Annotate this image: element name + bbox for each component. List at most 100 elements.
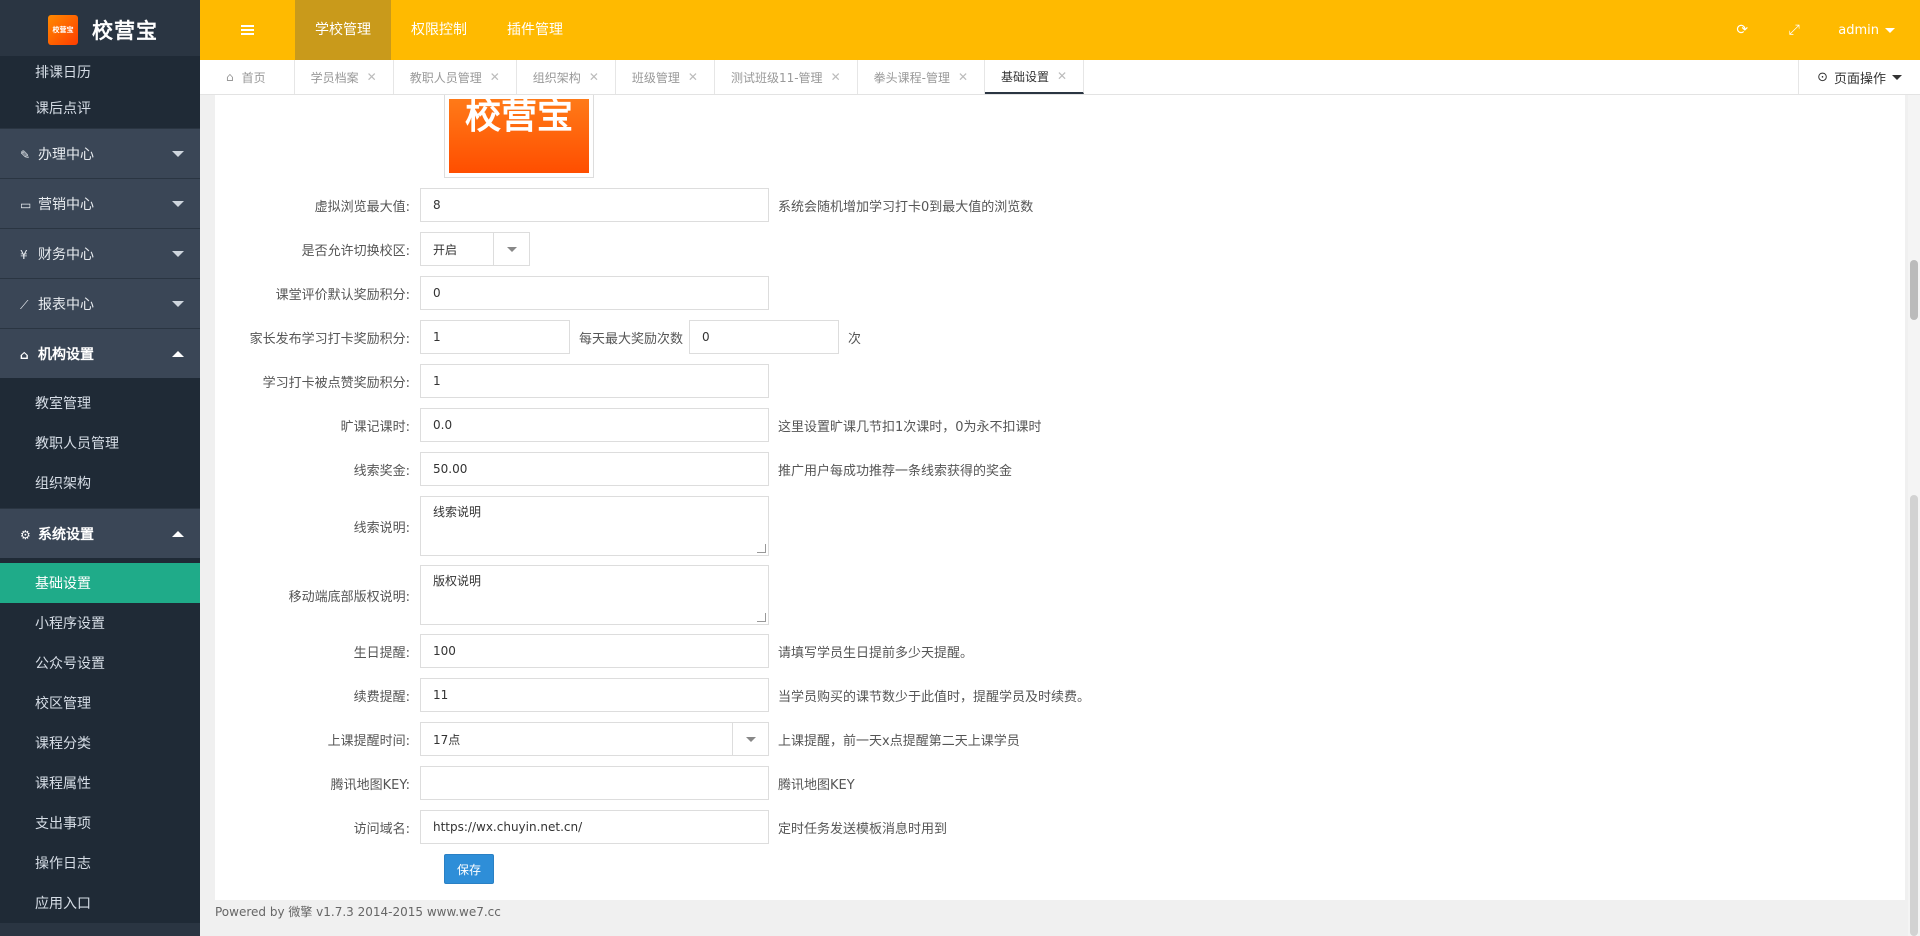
tab-class-mgmt[interactable]: 班级管理 ✕: [616, 60, 715, 94]
scrollbar-track-fill: [1910, 495, 1918, 936]
sidebar-item-official-account[interactable]: 公众号设置: [0, 643, 200, 683]
circle-dot-icon: ⊙: [1817, 69, 1828, 85]
topbar-right: ⟳ ⤢ admin: [1716, 0, 1920, 60]
settings-form: 校营宝 虚拟浏览最大值: 8 系统会随机增加学习打卡0到最大值的浏览数 是否允许…: [215, 95, 1905, 900]
sidebar: 校营宝 校营宝 排课日历 课后点评 ✎ 办理中心 ▭ 营销中心 ¥ 财务中心 ⟋ 报表中…: [0, 0, 200, 936]
virtual-views-input[interactable]: 8: [420, 188, 769, 222]
save-button[interactable]: 保存: [444, 854, 494, 884]
close-icon[interactable]: ✕: [589, 70, 599, 84]
chevron-down-icon: [172, 250, 184, 257]
visit-domain-input[interactable]: https://wx.chuyin.net.cn/: [420, 810, 769, 844]
sidebar-org-list: 教室管理 教职人员管理 组织架构: [0, 378, 200, 508]
tab-student-files[interactable]: 学员档案 ✕: [295, 60, 394, 94]
row-absence-hours: 旷课记课时: 0.0 这里设置旷课几节扣1次课时，0为永不扣课时: [215, 408, 1905, 442]
sidebar-system-list: 基础设置 小程序设置 公众号设置 校区管理 课程分类 课程属性 支出事项 操作日…: [0, 558, 200, 923]
chevron-down-icon: [1885, 27, 1895, 33]
row-birthday-remind: 生日提醒: 100 请填写学员生日提前多少天提醒。: [215, 634, 1905, 668]
app-name: 校营宝: [92, 19, 158, 43]
topbar: 学校管理 权限控制 插件管理 ⟳ ⤢ admin: [200, 0, 1920, 60]
page-tabs-bar: ⌂ 首页 学员档案 ✕ 教职人员管理 ✕ 组织架构 ✕ 班级管理 ✕ 测试班级11-管理…: [200, 60, 1920, 95]
scrollbar-thumb[interactable]: [1910, 260, 1918, 320]
sidebar-item-schedule-calendar[interactable]: 排课日历: [0, 56, 200, 88]
sidebar-item-org-structure[interactable]: 组织架构: [0, 463, 200, 503]
top-tab-permission[interactable]: 权限控制: [391, 0, 487, 60]
tencent-map-key-input[interactable]: [420, 766, 769, 800]
chevron-up-icon: [172, 350, 184, 357]
sidebar-item-after-class-review[interactable]: 课后点评: [0, 88, 200, 128]
hamburger-icon: [241, 25, 254, 35]
sidebar-group-office[interactable]: ✎ 办理中心: [0, 128, 200, 178]
fullscreen-icon[interactable]: ⤢: [1768, 22, 1820, 38]
refresh-icon[interactable]: ⟳: [1716, 22, 1768, 38]
checkin-like-points-input[interactable]: 1: [420, 364, 769, 398]
row-visit-domain: 访问域名: https://wx.chuyin.net.cn/ 定时任务发送模板…: [215, 810, 1905, 844]
close-icon[interactable]: ✕: [490, 70, 500, 84]
chevron-down-icon: [172, 200, 184, 207]
tab-home[interactable]: ⌂ 首页: [200, 60, 295, 94]
tab-staff[interactable]: 教职人员管理 ✕: [394, 60, 517, 94]
renew-remind-input[interactable]: 11: [420, 678, 769, 712]
parent-checkin-points-input[interactable]: 1: [420, 320, 570, 354]
sidebar-item-course-category[interactable]: 课程分类: [0, 723, 200, 763]
logo-icon: 校营宝: [48, 15, 78, 45]
sidebar-item-classroom[interactable]: 教室管理: [0, 383, 200, 423]
sidebar-group-system-settings[interactable]: ⚙ 系统设置: [0, 508, 200, 558]
close-icon[interactable]: ✕: [688, 70, 698, 84]
sidebar-group-finance[interactable]: ¥ 财务中心: [0, 228, 200, 278]
sidebar-group-marketing[interactable]: ▭ 营销中心: [0, 178, 200, 228]
close-icon[interactable]: ✕: [958, 70, 968, 84]
row-copyright: 移动端底部版权说明: 版权说明: [215, 565, 1905, 625]
chevron-up-icon: [172, 530, 184, 537]
footer: Powered by 微擎 v1.7.3 2014-2015 www.we7.c…: [215, 905, 501, 919]
class-eval-points-input[interactable]: 0: [420, 276, 769, 310]
daily-max-reward-input[interactable]: 0: [689, 320, 840, 354]
row-tencent-map-key: 腾讯地图KEY: 腾讯地图KEY: [215, 766, 1905, 800]
row-checkin-like-points: 学习打卡被点赞奖励积分: 1: [215, 364, 1905, 398]
sidebar-item-staff[interactable]: 教职人员管理: [0, 423, 200, 463]
close-icon[interactable]: ✕: [1057, 69, 1067, 83]
tab-test-class[interactable]: 测试班级11-管理 ✕: [715, 60, 858, 94]
sidebar-item-campus[interactable]: 校区管理: [0, 683, 200, 723]
chevron-down-icon: [506, 246, 517, 252]
switch-campus-select[interactable]: 开启: [420, 232, 530, 266]
logo-bar: 校营宝 校营宝: [0, 0, 200, 60]
sidebar-group-org-settings[interactable]: ⌂ 机构设置: [0, 328, 200, 378]
chevron-down-icon: [172, 150, 184, 157]
tab-flagship-course[interactable]: 拳头课程-管理 ✕: [858, 60, 986, 94]
birthday-remind-input[interactable]: 100: [420, 634, 769, 668]
chevron-down-icon: [745, 736, 756, 742]
chevron-down-icon: [1892, 74, 1902, 80]
sidebar-item-expense[interactable]: 支出事项: [0, 803, 200, 843]
row-virtual-views: 虚拟浏览最大值: 8 系统会随机增加学习打卡0到最大值的浏览数: [215, 188, 1905, 222]
page-ops-dropdown[interactable]: ⊙ 页面操作: [1798, 60, 1920, 94]
lead-bonus-input[interactable]: 50.00: [420, 452, 769, 486]
row-parent-checkin-points: 家长发布学习打卡奖励积分: 1 每天最大奖励次数 0 次: [215, 320, 1905, 354]
class-remind-time-select[interactable]: 17点: [420, 722, 769, 756]
logo-preview[interactable]: 校营宝: [444, 95, 594, 178]
close-icon[interactable]: ✕: [367, 70, 377, 84]
sidebar-item-basic-settings[interactable]: 基础设置: [0, 563, 200, 603]
lead-desc-textarea[interactable]: 线索说明: [420, 496, 769, 556]
sidebar-item-app-entry[interactable]: 应用入口: [0, 883, 200, 923]
sidebar-item-op-log[interactable]: 操作日志: [0, 843, 200, 883]
bank-icon: ⌂: [20, 347, 29, 362]
copyright-textarea[interactable]: 版权说明: [420, 565, 769, 625]
sidebar-item-course-attr[interactable]: 课程属性: [0, 763, 200, 803]
top-tab-plugins[interactable]: 插件管理: [487, 0, 583, 60]
sidebar-top-list: 排课日历 课后点评: [0, 56, 200, 128]
menu-toggle-button[interactable]: [200, 0, 295, 60]
scrollbar[interactable]: [1908, 95, 1920, 936]
chevron-down-icon: [172, 300, 184, 307]
user-menu[interactable]: admin: [1820, 23, 1895, 38]
absence-hours-input[interactable]: 0.0: [420, 408, 769, 442]
row-lead-desc: 线索说明: 线索说明: [215, 496, 1905, 556]
home-icon: ⌂: [226, 70, 234, 84]
sidebar-item-miniprogram[interactable]: 小程序设置: [0, 603, 200, 643]
sidebar-group-reports[interactable]: ⟋ 报表中心: [0, 278, 200, 328]
line-chart-icon: ⟋: [20, 297, 29, 312]
gears-icon: ⚙: [20, 527, 31, 542]
tab-org-structure[interactable]: 组织架构 ✕: [517, 60, 616, 94]
top-tab-school[interactable]: 学校管理: [295, 0, 391, 60]
close-icon[interactable]: ✕: [831, 70, 841, 84]
tab-basic-settings[interactable]: 基础设置 ✕: [985, 60, 1085, 94]
